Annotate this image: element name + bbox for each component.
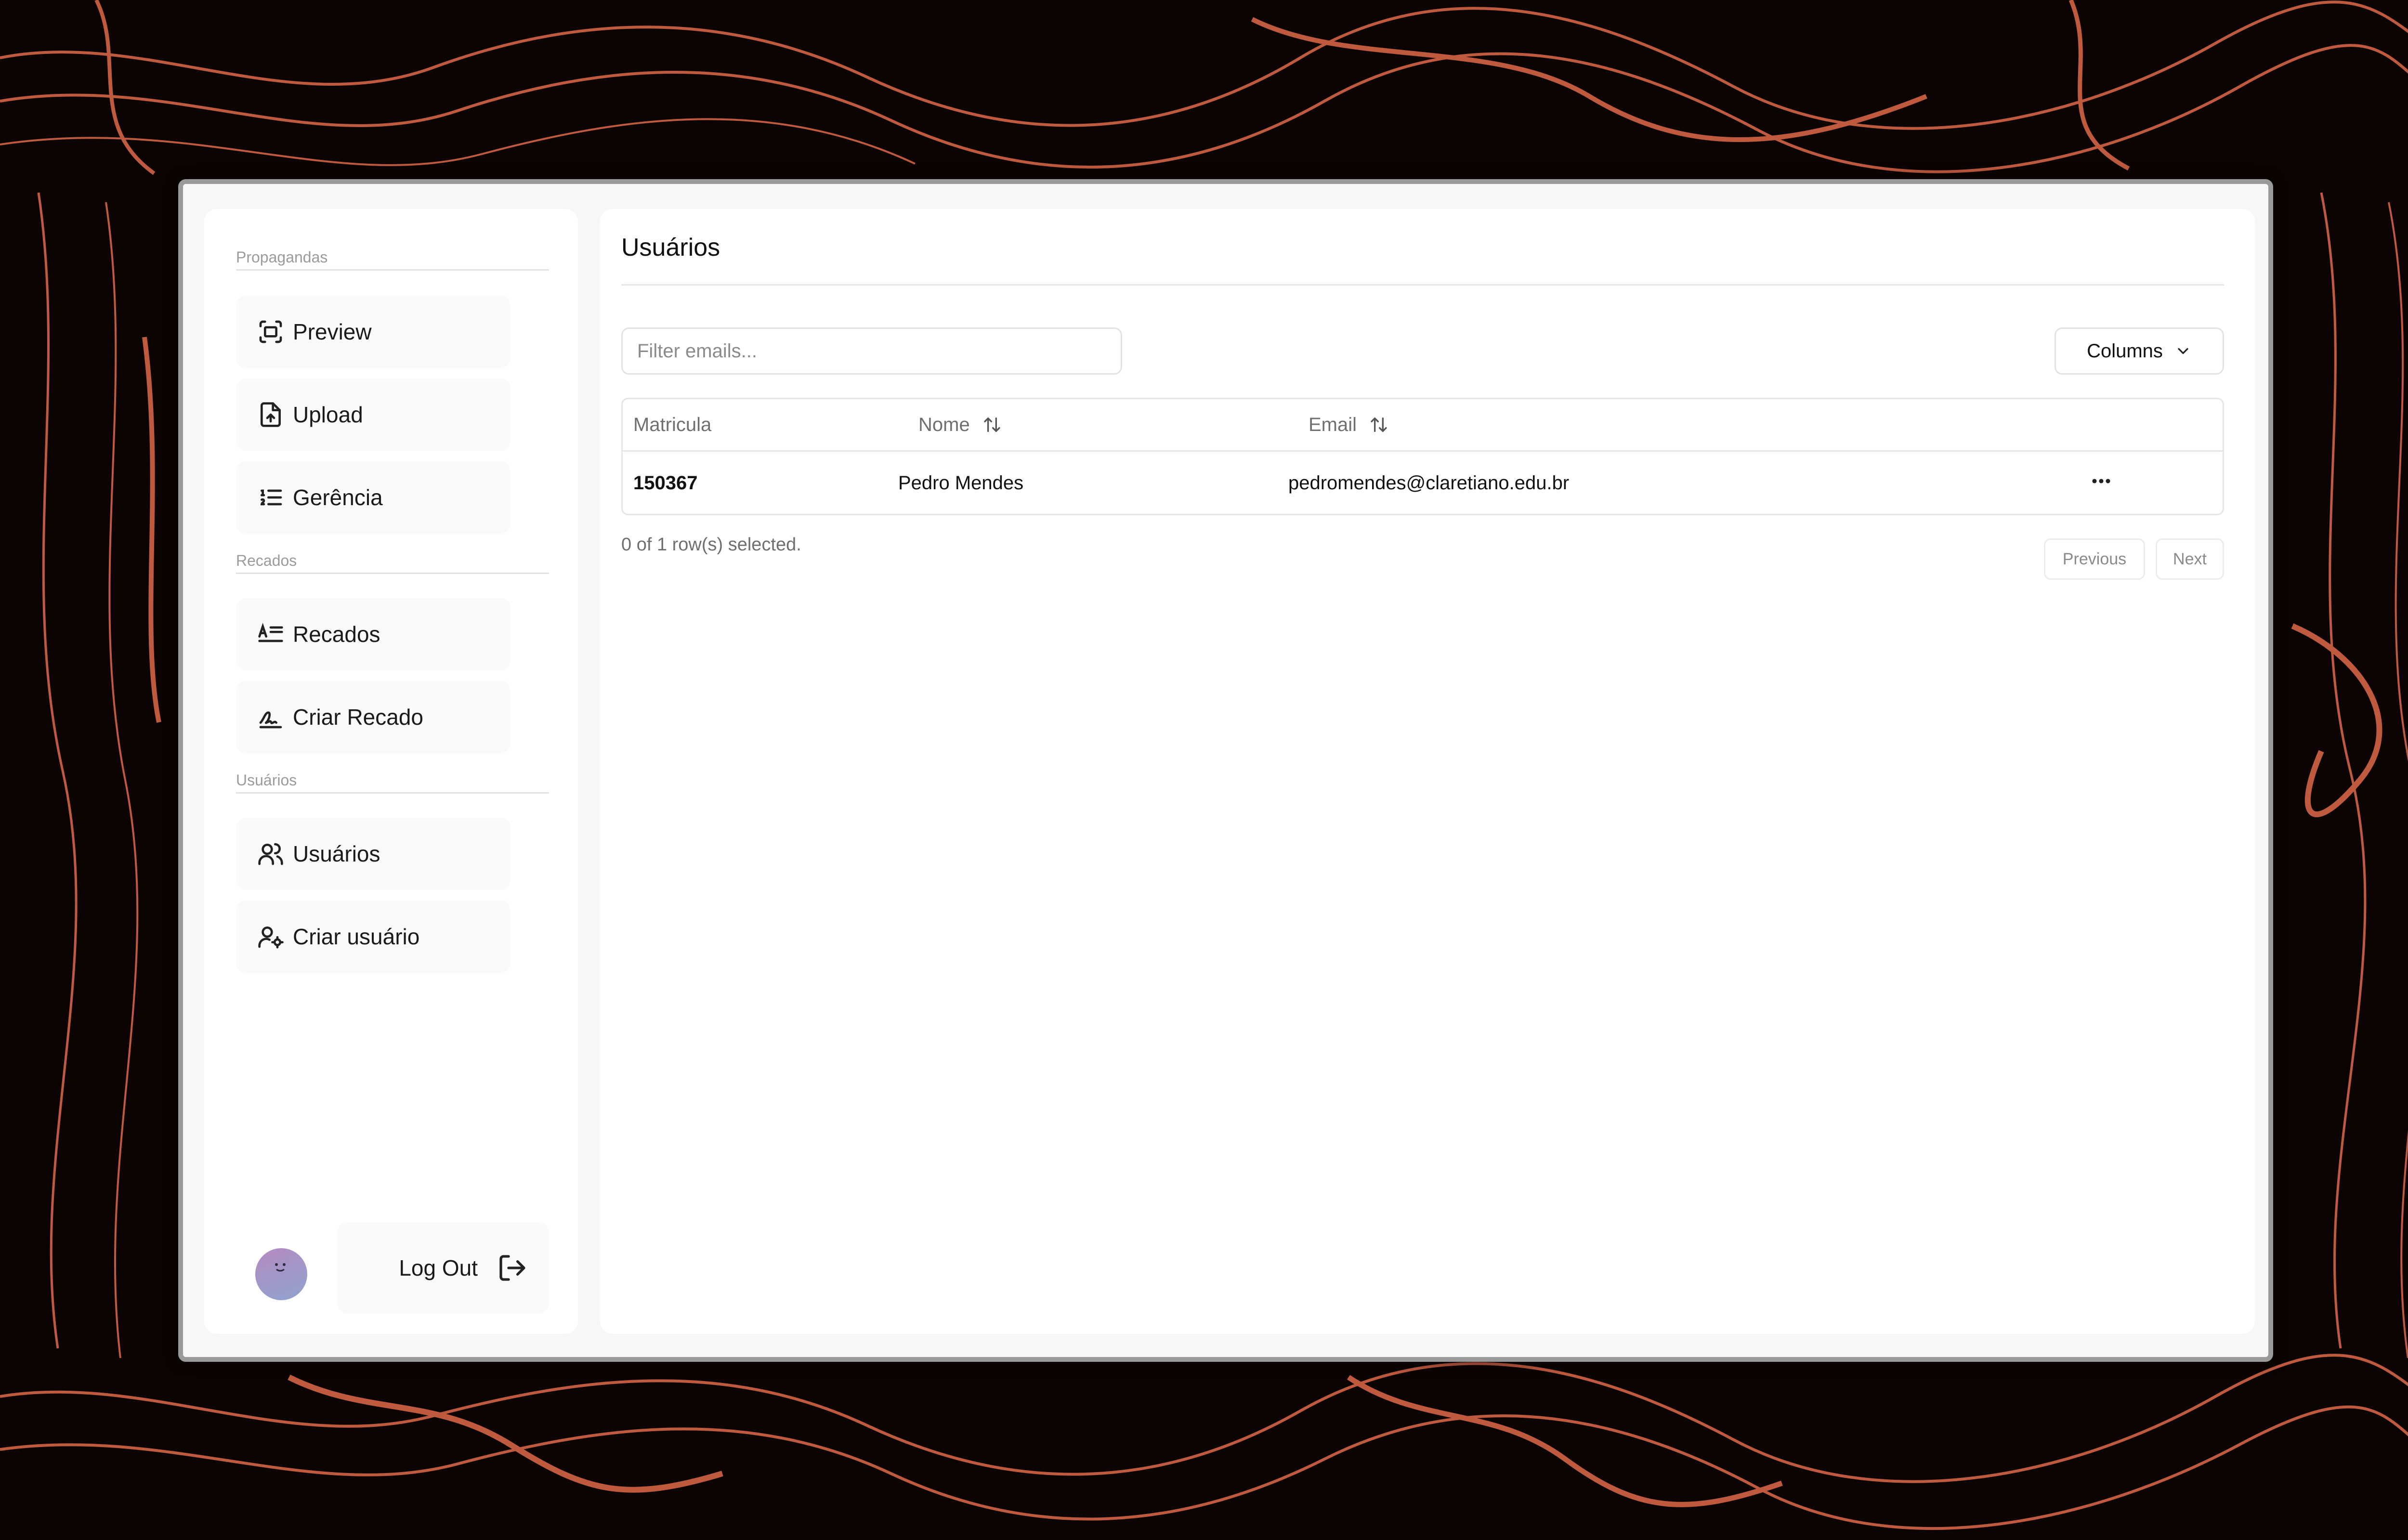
- cell-email: pedromendes@claretiano.edu.br: [1288, 472, 1570, 494]
- more-horizontal-icon: [2092, 479, 2110, 483]
- section-title-recados: Recados: [236, 552, 549, 574]
- nav-label: Criar Recado: [293, 705, 423, 730]
- nav-item-preview[interactable]: Preview: [236, 296, 510, 368]
- nav-label: Recados: [293, 622, 380, 647]
- nav-item-usuarios[interactable]: Usuários: [236, 818, 510, 890]
- columns-button[interactable]: Columns: [2055, 327, 2224, 375]
- selection-status: 0 of 1 row(s) selected.: [621, 535, 801, 555]
- nav-label: Usuários: [293, 841, 380, 866]
- avatar[interactable]: [255, 1248, 307, 1300]
- nav-label: Upload: [293, 402, 363, 427]
- sort-icon[interactable]: [1369, 415, 1388, 434]
- section-title-usuarios: Usuários: [236, 771, 549, 794]
- nav-item-upload[interactable]: Upload: [236, 378, 510, 451]
- avatar-face-icon: [275, 1263, 286, 1272]
- logout-label: Log Out: [399, 1255, 478, 1280]
- nav-item-criar-usuario[interactable]: Criar usuário: [236, 901, 510, 973]
- columns-label: Columns: [2087, 340, 2163, 362]
- logout-button[interactable]: Log Out: [337, 1222, 549, 1314]
- nav-item-gerencia[interactable]: Gerência: [236, 461, 510, 534]
- nav-label: Gerência: [293, 485, 383, 510]
- header-label: Nome: [918, 414, 970, 435]
- users-icon: [258, 843, 283, 865]
- header-matricula: Matricula: [633, 399, 711, 450]
- users-table: Matricula Nome Email 150367 Pedro Mendes…: [621, 398, 2224, 515]
- user-cog-icon: [258, 927, 284, 949]
- page-title: Usuários: [621, 234, 720, 261]
- previous-button[interactable]: Previous: [2044, 538, 2145, 580]
- file-upload-icon: [261, 402, 281, 427]
- scan-preview-icon: [259, 320, 282, 343]
- row-actions-button[interactable]: [2087, 471, 2116, 491]
- nav-label: Preview: [293, 319, 372, 344]
- main-panel: Usuários Columns Matricula Nome Email 15…: [600, 209, 2255, 1334]
- nav-item-recados[interactable]: Recados: [236, 598, 510, 670]
- app-window: Propagandas Preview Upload Gerência Reca…: [178, 179, 2273, 1362]
- header-email[interactable]: Email: [1309, 399, 1388, 450]
- header-label: Email: [1309, 414, 1357, 435]
- sort-icon[interactable]: [982, 415, 1002, 434]
- nav-item-criar-recado[interactable]: Criar Recado: [236, 681, 510, 753]
- text-message-icon: [258, 623, 283, 642]
- chevron-down-icon: [2178, 348, 2188, 354]
- header-nome[interactable]: Nome: [918, 399, 1002, 450]
- nav-label: Criar usuário: [293, 924, 420, 949]
- section-title-propagandas: Propagandas: [236, 248, 549, 271]
- list-ordered-icon: [260, 489, 282, 506]
- cell-matricula: 150367: [633, 472, 698, 494]
- next-button[interactable]: Next: [2156, 538, 2224, 580]
- title-divider: [621, 284, 2224, 286]
- filter-emails-input[interactable]: [621, 327, 1122, 375]
- header-label: Matricula: [633, 414, 712, 435]
- cell-nome: Pedro Mendes: [898, 472, 1024, 494]
- log-out-icon: [499, 1255, 525, 1281]
- sidebar: Propagandas Preview Upload Gerência Reca…: [204, 209, 578, 1334]
- signature-icon: [259, 711, 282, 729]
